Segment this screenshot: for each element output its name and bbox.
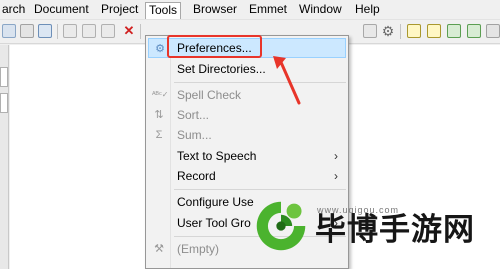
delete-icon[interactable]: ✕ bbox=[122, 24, 136, 38]
panel-icon[interactable] bbox=[447, 24, 461, 38]
tool-icon: ⚒ bbox=[154, 243, 164, 255]
watermark-brand: 毕博手游网 bbox=[315, 212, 475, 248]
document-icon[interactable] bbox=[38, 24, 52, 38]
menu-document[interactable]: Document bbox=[31, 2, 92, 19]
settings-icon[interactable]: ⚙ bbox=[381, 24, 395, 38]
watermark-logo-icon bbox=[256, 201, 306, 251]
watermark: www.uqigou.com 毕博手游网 bbox=[245, 196, 500, 269]
sum-icon: Σ bbox=[155, 129, 163, 141]
menu-item-label: User Tool Gro bbox=[177, 216, 251, 230]
menu-item-sum[interactable]: Σ Sum... bbox=[148, 125, 346, 145]
toolbar-separator bbox=[57, 24, 58, 39]
toolbar-separator bbox=[140, 24, 141, 39]
menu-item-label: Set Directories... bbox=[177, 62, 266, 76]
layout-icon[interactable] bbox=[407, 24, 421, 38]
side-panel-control[interactable] bbox=[0, 67, 8, 87]
spell-check-icon: ᴬᴮᶜ✓ bbox=[152, 90, 169, 99]
submenu-arrow-icon: › bbox=[334, 169, 338, 183]
paste-icon[interactable] bbox=[101, 24, 115, 38]
preferences-icon: ⚙ bbox=[155, 43, 165, 55]
annotation-arrow-icon bbox=[273, 56, 301, 105]
menu-item-text-to-speech[interactable]: Text to Speech › bbox=[148, 146, 346, 166]
menu-separator bbox=[174, 189, 346, 190]
menu-window[interactable]: Window bbox=[296, 2, 345, 19]
ruler-icon[interactable] bbox=[363, 24, 377, 38]
sort-icon: ⇅ bbox=[154, 109, 164, 121]
toolbar-separator bbox=[400, 24, 401, 39]
menu-project[interactable]: Project bbox=[98, 2, 141, 19]
menu-item-label: Sum... bbox=[177, 128, 212, 142]
spellcheck-icon[interactable] bbox=[20, 24, 34, 38]
copy-icon[interactable] bbox=[82, 24, 96, 38]
menu-item-label: (Empty) bbox=[177, 242, 219, 256]
window-icon[interactable] bbox=[467, 24, 481, 38]
side-panel-control[interactable] bbox=[0, 93, 8, 113]
layout-alt-icon[interactable] bbox=[427, 24, 441, 38]
menu-bar: arch Document Project Tools Browser Emme… bbox=[0, 0, 500, 20]
submenu-arrow-icon: › bbox=[334, 149, 338, 163]
menu-browser[interactable]: Browser bbox=[190, 2, 240, 19]
menu-help[interactable]: Help bbox=[352, 2, 383, 19]
menu-item-spell-check[interactable]: ᴬᴮᶜ✓ Spell Check bbox=[148, 85, 346, 105]
menu-item-label: Spell Check bbox=[177, 88, 242, 102]
menu-item-sort[interactable]: ⇅ Sort... bbox=[148, 105, 346, 125]
menu-item-set-directories[interactable]: Set Directories... bbox=[148, 59, 346, 79]
cut-icon[interactable] bbox=[63, 24, 77, 38]
menu-item-label: Text to Speech bbox=[177, 149, 257, 163]
menu-item-record[interactable]: Record › bbox=[148, 166, 346, 186]
menu-search[interactable]: arch bbox=[0, 2, 28, 19]
side-panel bbox=[0, 45, 9, 269]
replace-icon[interactable] bbox=[2, 24, 16, 38]
menu-item-label: Record bbox=[177, 169, 216, 183]
menu-tools[interactable]: Tools bbox=[145, 2, 182, 19]
annotation-highlight-box bbox=[167, 35, 262, 58]
menu-item-label: Sort... bbox=[177, 108, 210, 122]
menu-item-label: Configure Use bbox=[177, 195, 254, 209]
more-icon[interactable] bbox=[486, 24, 500, 38]
menu-emmet[interactable]: Emmet bbox=[246, 2, 290, 19]
